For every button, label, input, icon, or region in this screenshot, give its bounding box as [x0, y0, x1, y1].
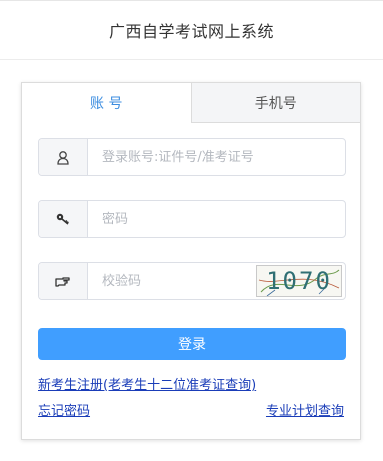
key-icon: [39, 201, 88, 237]
login-page: 广西自学考试网上系统 账 号 手机号 登录账号:证件号/准考证号 校验码 107…: [0, 0, 383, 461]
captcha-field: 1070: [38, 262, 346, 300]
tab-phone[interactable]: 手机号: [190, 83, 360, 123]
captcha-input[interactable]: [88, 263, 256, 299]
password-input[interactable]: [88, 201, 345, 237]
password-field: [38, 200, 346, 238]
login-tabs: 账 号 手机号: [22, 83, 360, 123]
new-register-link[interactable]: 新考生注册(老考生十二位准考证查询): [38, 374, 256, 393]
page-title: 广西自学考试网上系统: [108, 22, 274, 41]
tab-account[interactable]: 账 号: [22, 83, 191, 123]
account-input[interactable]: [88, 139, 345, 175]
login-button[interactable]: 登录: [38, 328, 346, 360]
forgot-password-link[interactable]: 忘记密码: [38, 400, 90, 419]
login-card: 账 号 手机号 登录账号:证件号/准考证号 校验码 1070 登录 新考生注册(…: [21, 82, 361, 440]
hand-pointer-icon: [39, 263, 88, 299]
captcha-text: 1070: [266, 267, 332, 295]
page-header: 广西自学考试网上系统: [0, 1, 383, 60]
captcha-image[interactable]: 1070: [256, 265, 342, 297]
major-plan-link[interactable]: 专业计划查询: [266, 400, 344, 419]
account-field: [38, 138, 346, 176]
user-icon: [39, 139, 88, 175]
